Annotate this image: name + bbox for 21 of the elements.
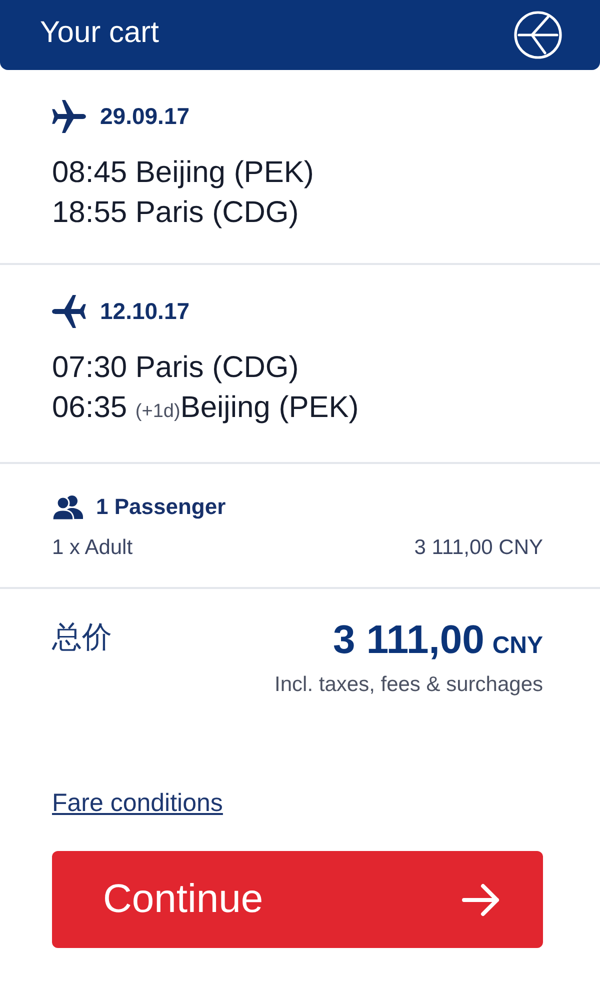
arrow-right-icon	[462, 882, 500, 916]
arrival-time-place: 18:55 Paris (CDG)	[52, 195, 300, 231]
plane-icon	[52, 100, 86, 132]
total-amount: 3 111,00	[333, 617, 484, 664]
departure-time-place: 08:45 Beijing (PEK)	[52, 155, 315, 191]
fare-price: 3 111,00 CNY	[414, 535, 543, 561]
cart-title: Your cart	[40, 15, 159, 51]
logo-icon	[514, 11, 562, 59]
fare-type: 1 x Adult	[52, 535, 133, 561]
departure-time-place: 07:30 Paris (CDG)	[52, 350, 300, 386]
flight-date: 12.10.17	[100, 297, 190, 325]
fare-conditions-link[interactable]: Fare conditions	[52, 787, 223, 819]
flight-date: 29.09.17	[100, 102, 190, 130]
tax-note: Incl. taxes, fees & surchages	[274, 673, 543, 696]
passengers-icon	[52, 494, 84, 520]
continue-button[interactable]: Continue	[52, 851, 543, 948]
arrival-time-place: 06:35 (+1d)Beijing (PEK)	[52, 390, 360, 426]
total-currency: CNY	[492, 631, 543, 661]
passenger-count: 1 Passenger	[96, 493, 226, 521]
plane-icon	[52, 294, 86, 328]
total-label: 总价	[52, 619, 112, 657]
